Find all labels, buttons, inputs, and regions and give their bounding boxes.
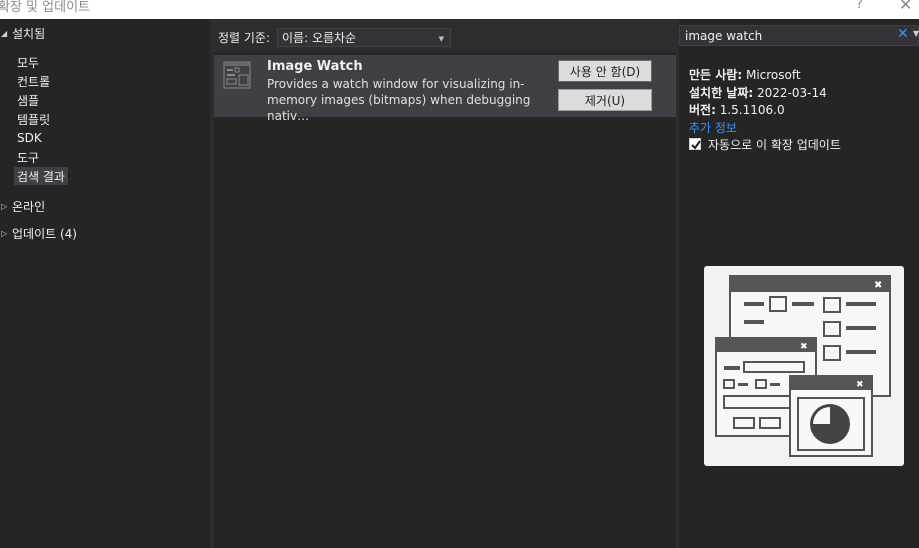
sidebar-item-all[interactable]: 모두 — [14, 53, 42, 71]
sidebar-item-controls[interactable]: 컨트롤 — [14, 72, 53, 90]
chevron-down-icon: ▼ — [438, 35, 444, 43]
sidebar-item-sdk[interactable]: SDK — [14, 129, 45, 147]
sidebar-group-label: 온라인 — [12, 199, 46, 214]
sidebar-group-installed[interactable]: ◢ 설치됨 — [0, 23, 45, 43]
more-info-link[interactable]: 추가 정보 — [689, 119, 737, 136]
svg-text:✖: ✖ — [856, 380, 864, 390]
chevron-down-icon[interactable]: ▼ — [913, 29, 919, 38]
svg-text:✖: ✖ — [874, 280, 882, 291]
sidebar: ◢ 설치됨 모두 컨트롤 샘플 템플릿 SDK 도구 검색 결과 ▷ 온라인 ▷… — [0, 19, 210, 548]
close-button[interactable]: ✕ — [899, 0, 912, 14]
sidebar-item-samples[interactable]: 샘플 — [14, 91, 42, 109]
extension-name: Image Watch — [267, 59, 363, 74]
auto-update-label: 자동으로 이 확장 업데이트 — [708, 138, 841, 152]
disable-button[interactable]: 사용 안 함(D) — [558, 60, 652, 82]
sidebar-group-label: 설치됨 — [12, 26, 46, 41]
remove-button[interactable]: 제거(U) — [558, 89, 652, 111]
sidebar-item-tools[interactable]: 도구 — [14, 148, 42, 166]
sidebar-group-online[interactable]: ▷ 온라인 — [0, 196, 45, 216]
version-row: 버전: 1.5.1106.0 — [689, 103, 785, 117]
image-watch-icon — [223, 61, 251, 89]
collapse-arrow-icon[interactable]: ◢ — [0, 29, 12, 38]
extension-preview-image: ✖ ✖ ✖ — [704, 266, 904, 466]
extension-description: Provides a watch window for visualizing … — [267, 77, 531, 123]
installed-date-row: 설치한 날짜: 2022-03-14 — [689, 86, 827, 100]
close-icon[interactable]: ✕ — [897, 26, 909, 42]
auto-update-checkbox[interactable] — [689, 138, 701, 150]
help-button[interactable]: ? — [856, 0, 863, 12]
search-input[interactable]: image watch ✕ ▼ — [679, 25, 919, 46]
sort-value: 이름: 오름차순 — [282, 31, 357, 45]
sort-dropdown[interactable]: 이름: 오름차순 ▼ — [277, 28, 451, 47]
search-value: image watch — [685, 29, 763, 43]
checkmark-icon — [691, 140, 701, 150]
image-watch-preview-icon: ✖ ✖ ✖ — [715, 275, 891, 457]
sort-label: 정렬 기준: — [218, 31, 271, 45]
sort-bar: 정렬 기준: 이름: 오름차순 ▼ — [214, 19, 676, 53]
extension-row[interactable]: Image Watch Provides a watch window for … — [214, 55, 676, 123]
sidebar-group-label: 업데이트 (4) — [12, 226, 77, 241]
window-title: 확장 및 업데이트 — [0, 0, 90, 15]
sidebar-item-templates[interactable]: 템플릿 — [14, 110, 53, 128]
author-row: 만든 사람: Microsoft — [689, 68, 801, 82]
expand-arrow-icon[interactable]: ▷ — [0, 202, 12, 211]
svg-text:✖: ✖ — [800, 342, 808, 352]
title-bar: 확장 및 업데이트 ? ✕ — [0, 0, 919, 19]
sidebar-group-updates[interactable]: ▷ 업데이트 (4) — [0, 223, 77, 243]
expand-arrow-icon[interactable]: ▷ — [0, 229, 12, 238]
sidebar-item-search-results[interactable]: 검색 결과 — [14, 167, 68, 185]
